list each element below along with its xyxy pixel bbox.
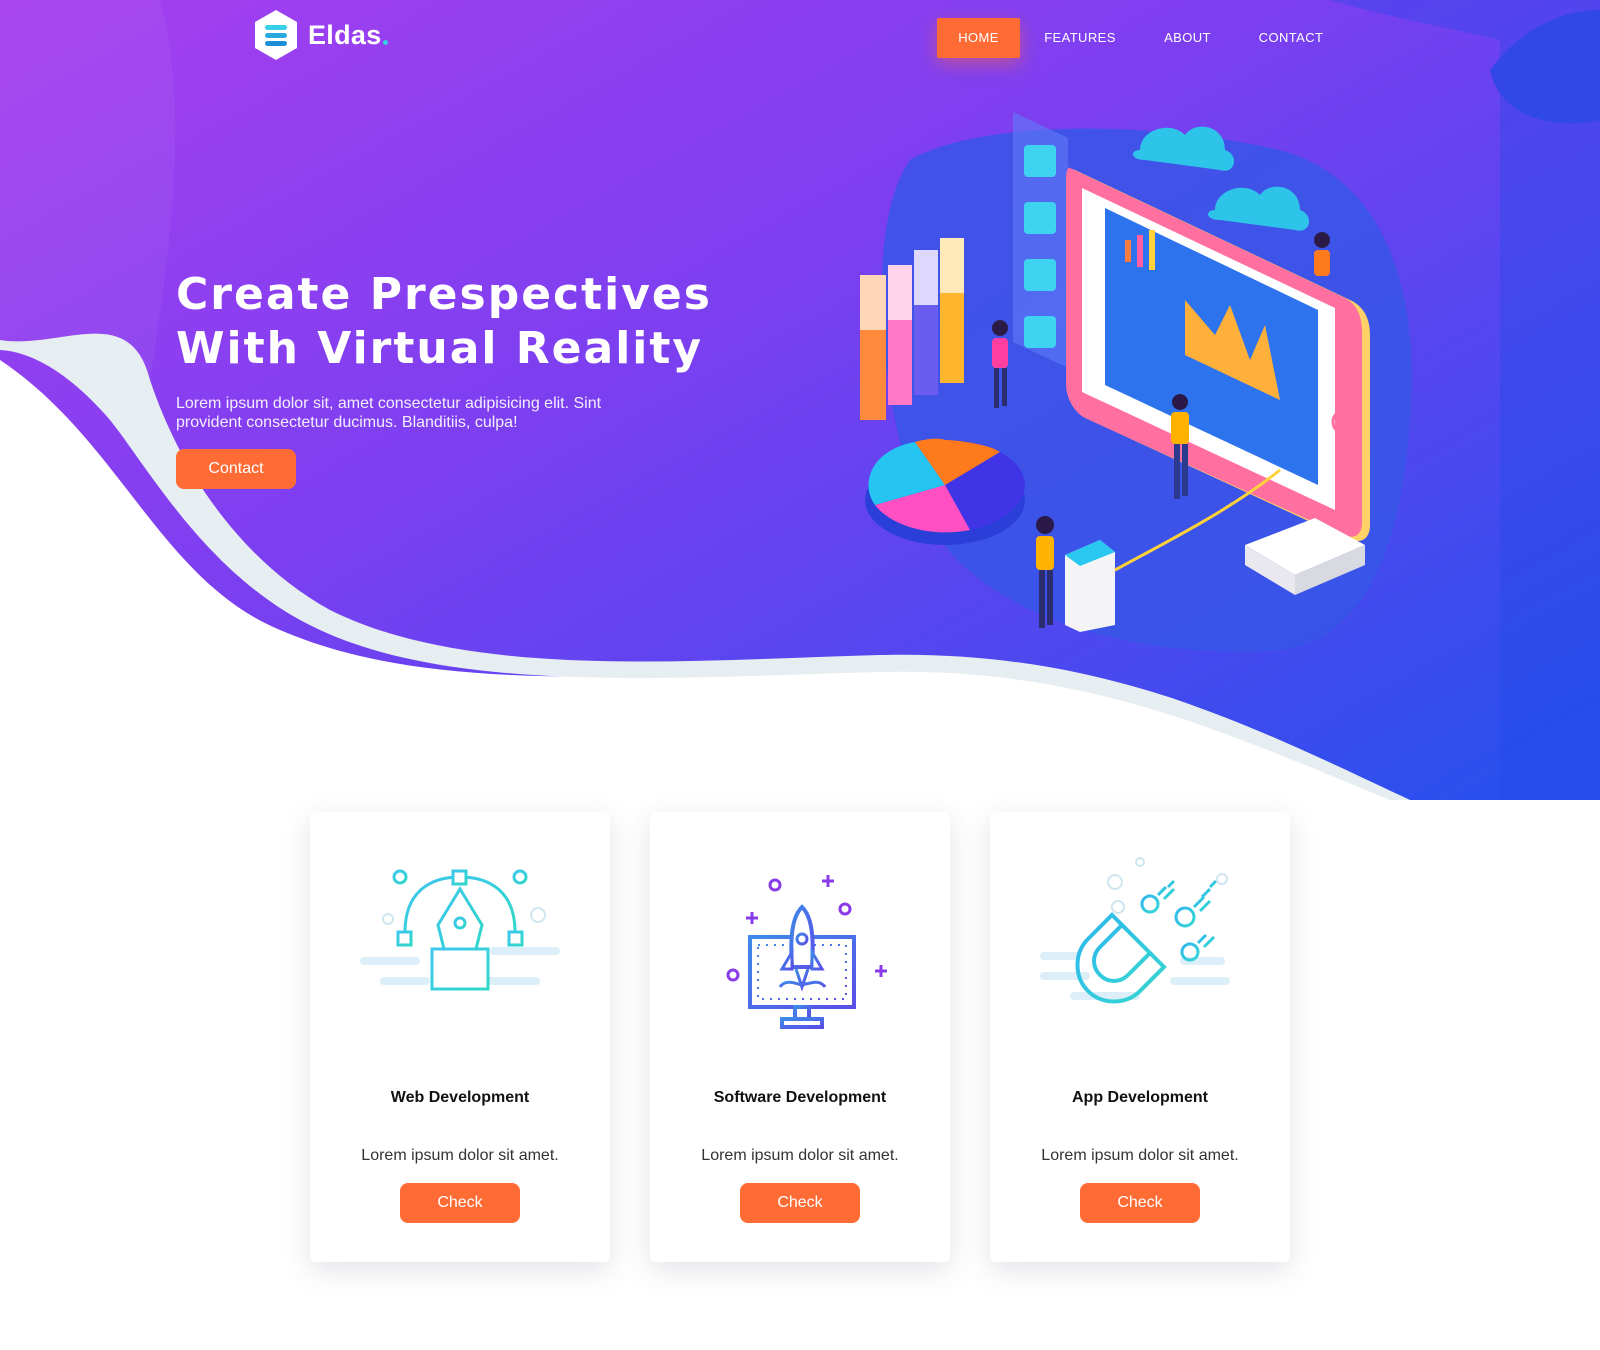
card-text: Lorem ipsum dolor sit amet. xyxy=(1041,1147,1239,1164)
brand-dot xyxy=(382,39,388,45)
cloud-icon xyxy=(1208,186,1310,231)
contact-button[interactable]: Contact xyxy=(176,449,296,489)
side-panel xyxy=(1013,112,1068,368)
cloud-icon xyxy=(1133,126,1235,171)
bar-blocks xyxy=(860,238,964,420)
card-title: Software Development xyxy=(713,1089,887,1106)
card-text: Lorem ipsum dolor sit amet. xyxy=(361,1147,559,1164)
hero-title: Create Prespectives With Virtual Reality xyxy=(176,268,736,376)
rocket-monitor-icon xyxy=(726,875,887,1029)
hero-section: Eldas HOME FEATURES ABOUT CONTACT Create… xyxy=(0,0,1600,800)
card-title: Web Development xyxy=(390,1089,530,1106)
navbar: Eldas HOME FEATURES ABOUT CONTACT xyxy=(0,0,1600,80)
card-title: App Development xyxy=(1071,1089,1208,1106)
check-button[interactable]: Check xyxy=(1080,1183,1200,1223)
pen-tool-icon xyxy=(360,869,560,991)
nav-about[interactable]: ABOUT xyxy=(1140,18,1235,58)
nav-home[interactable]: HOME xyxy=(937,18,1020,58)
brand-name: Eldas xyxy=(308,19,382,50)
pie-chart xyxy=(865,438,1025,545)
check-button[interactable]: Check xyxy=(740,1183,860,1223)
card-text: Lorem ipsum dolor sit amet. xyxy=(701,1147,899,1164)
isometric-illustration xyxy=(860,112,1370,632)
hexagon-logo-icon xyxy=(255,10,297,60)
service-card-app: App Development Lorem ipsum dolor sit am… xyxy=(990,812,1290,1262)
service-card-web: Web Development Lorem ipsum dolor sit am… xyxy=(310,812,610,1262)
hero-title-line-2: With Virtual Reality xyxy=(176,323,704,374)
service-card-software: Software Development Lorem ipsum dolor s… xyxy=(650,812,950,1262)
brand-logo[interactable]: Eldas xyxy=(252,8,388,62)
phone-screen xyxy=(1066,167,1370,542)
hero-title-line-1: Create Prespectives xyxy=(176,269,712,320)
nav-contact[interactable]: CONTACT xyxy=(1245,18,1337,58)
nav-features[interactable]: FEATURES xyxy=(1030,18,1130,58)
magnet-icon xyxy=(1040,857,1230,1004)
hero-description: Lorem ipsum dolor sit, amet consectetur … xyxy=(176,395,602,431)
check-button[interactable]: Check xyxy=(400,1183,520,1223)
